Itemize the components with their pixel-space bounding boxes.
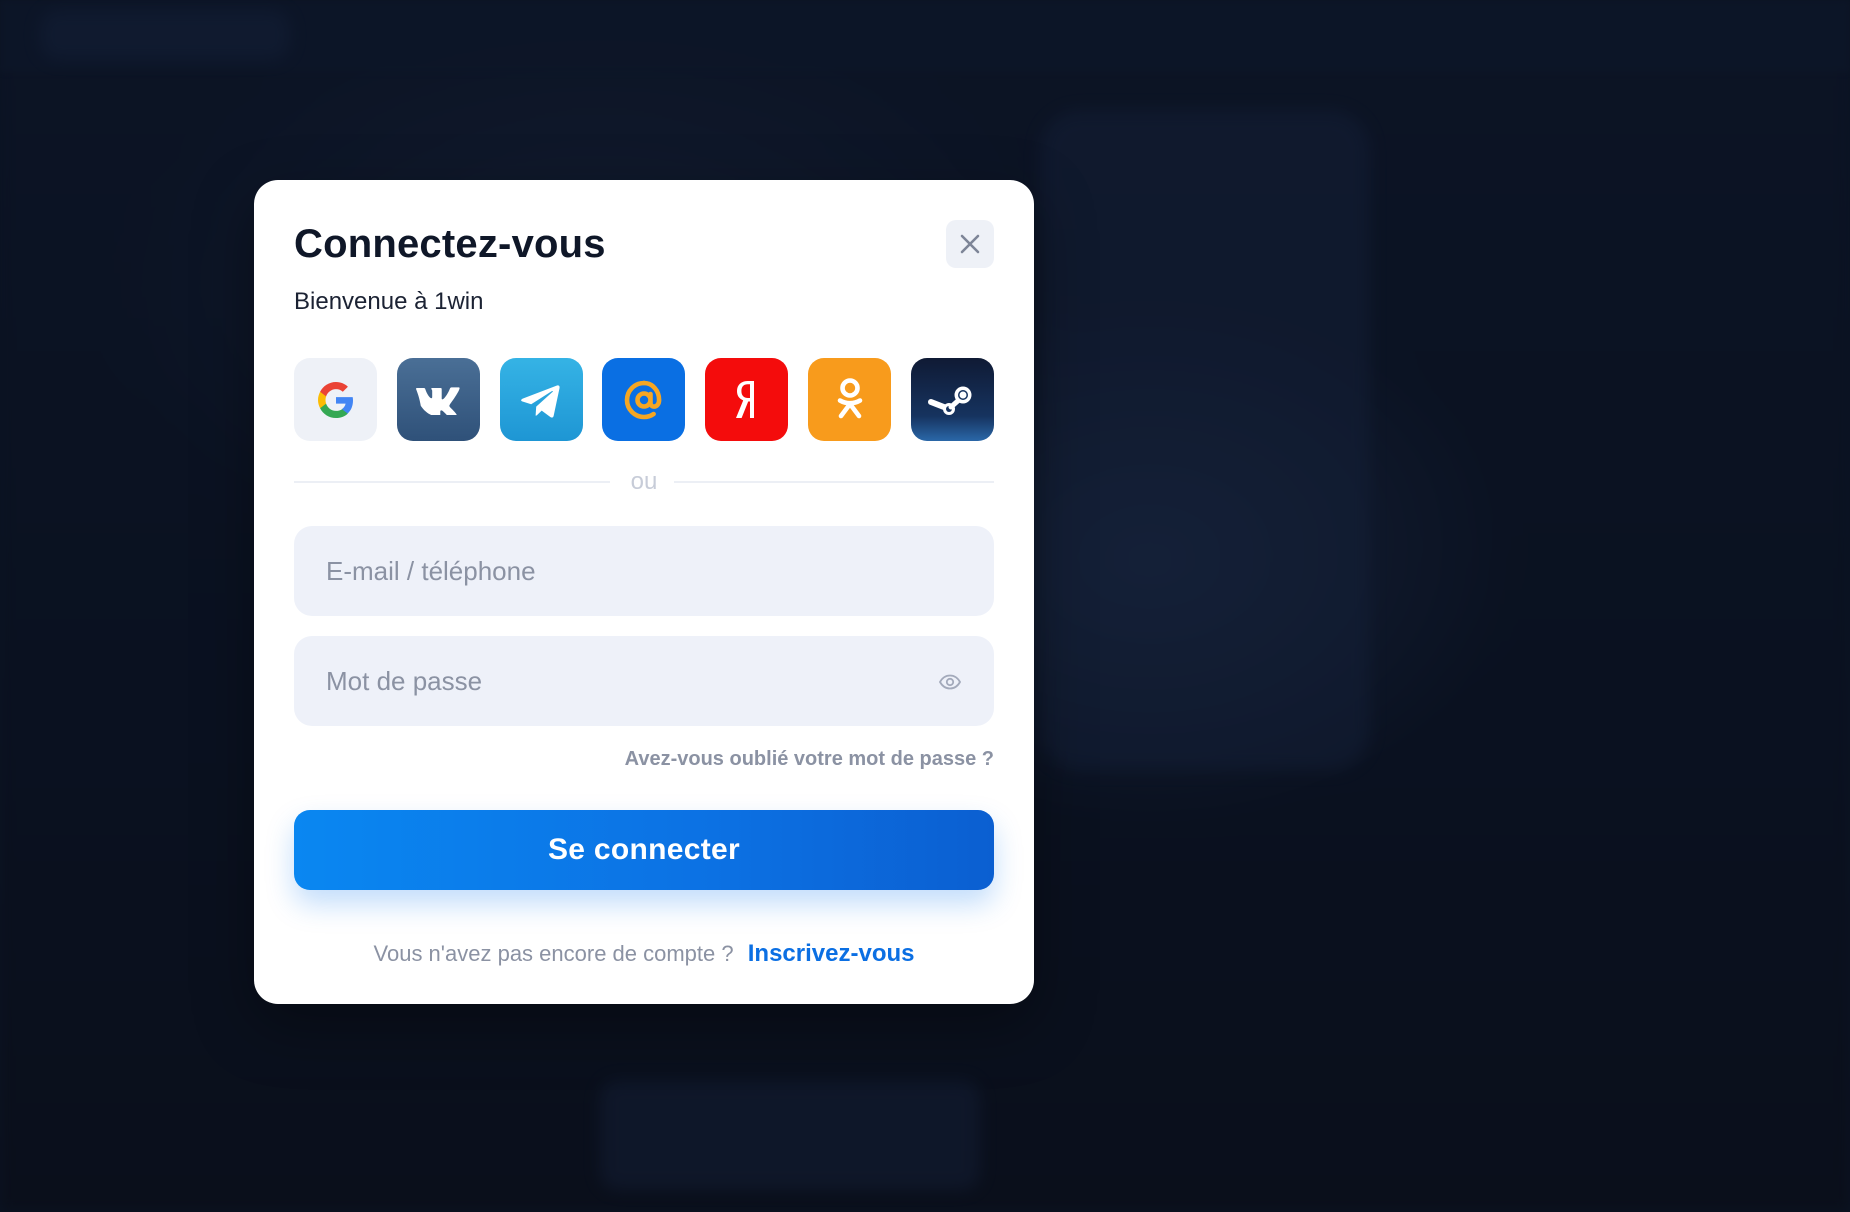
vk-login-button[interactable]: [396, 358, 480, 441]
background-text: [600, 1080, 980, 1190]
or-divider: ou: [294, 468, 994, 495]
google-icon: [317, 381, 353, 418]
yandex-icon: [735, 380, 754, 418]
modal-title: Connectez-vous: [294, 222, 606, 266]
yandex-login-button[interactable]: [705, 358, 789, 441]
password-input[interactable]: [294, 636, 994, 726]
signup-prompt: Vous n'avez pas encore de compte ? Inscr…: [254, 940, 1034, 968]
social-login-list: [294, 358, 994, 442]
telegram-login-button[interactable]: [499, 358, 583, 441]
background-panel: [1040, 110, 1370, 770]
google-login-button[interactable]: [294, 358, 377, 441]
at-sign-icon: [624, 380, 662, 419]
mailru-login-button[interactable]: [602, 358, 686, 441]
eye-icon[interactable]: [938, 670, 962, 694]
password-field-wrapper: [294, 636, 994, 726]
login-submit-button[interactable]: Se connecter: [294, 810, 994, 890]
email-field-wrapper: [294, 526, 994, 616]
vk-icon: [416, 386, 460, 415]
close-icon: [960, 234, 980, 254]
email-input[interactable]: [294, 526, 994, 616]
divider-line-right: [674, 481, 994, 483]
forgot-password-link[interactable]: Avez-vous oublié votre mot de passe ?: [625, 748, 994, 771]
signup-prompt-text: Vous n'avez pas encore de compte ?: [373, 941, 734, 966]
modal-subtitle: Bienvenue à 1win: [294, 288, 484, 315]
steam-icon: [928, 386, 972, 415]
login-modal: Connectez-vous Bienvenue à 1win ou E-mai…: [254, 180, 1034, 1004]
odnoklassniki-login-button[interactable]: [808, 358, 892, 441]
close-button[interactable]: [946, 220, 994, 268]
background-logo: [40, 10, 290, 60]
telegram-icon: [521, 384, 560, 418]
steam-login-button[interactable]: [910, 358, 994, 441]
signup-link[interactable]: Inscrivez-vous: [748, 940, 915, 967]
odnoklassniki-icon: [837, 377, 862, 418]
